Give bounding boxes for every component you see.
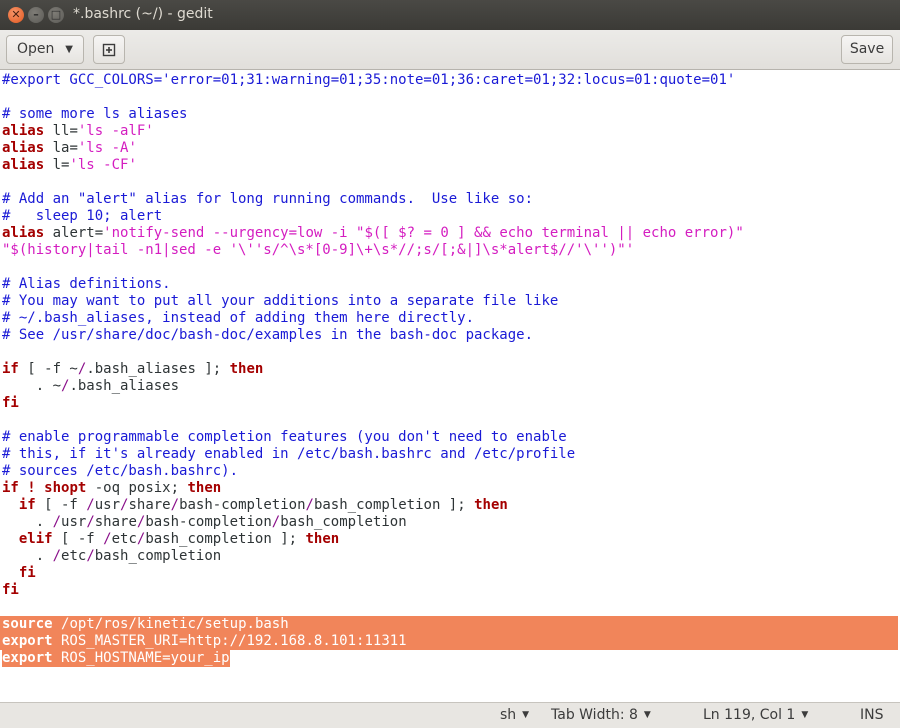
maximize-icon[interactable]: □	[48, 7, 64, 23]
tab-width-label: Tab Width: 8	[551, 707, 638, 723]
save-button[interactable]: Save	[841, 35, 893, 64]
language-label: sh	[500, 707, 517, 723]
code-line[interactable]: # some more ls aliases	[2, 106, 898, 123]
title-bar: ✕ – □ *.bashrc (~/) - gedit	[0, 0, 900, 30]
code-line[interactable]: fi	[2, 565, 898, 582]
code-line[interactable]	[2, 89, 898, 106]
code-line[interactable]: fi	[2, 582, 898, 599]
new-document-icon	[102, 43, 116, 57]
code-line[interactable]	[2, 174, 898, 191]
open-button[interactable]: Open ▼	[6, 35, 84, 64]
chevron-down-icon: ▼	[522, 710, 530, 720]
close-icon[interactable]: ✕	[8, 7, 24, 23]
code-line[interactable]	[2, 259, 898, 276]
tab-width-selector[interactable]: Tab Width: 8 ▼	[551, 707, 651, 723]
code-line[interactable]: #export GCC_COLORS='error=01;31:warning=…	[2, 72, 898, 89]
code-line[interactable]: if ! shopt -oq posix; then	[2, 480, 898, 497]
code-line[interactable]: source /opt/ros/kinetic/setup.bash	[0, 616, 898, 633]
insert-mode: INS	[860, 707, 884, 723]
code-line[interactable]: # this, if it's already enabled in /etc/…	[2, 446, 898, 463]
text-editor[interactable]: #export GCC_COLORS='error=01;31:warning=…	[0, 70, 900, 702]
chevron-down-icon: ▼	[65, 44, 73, 55]
code-line[interactable]	[2, 344, 898, 361]
new-tab-button[interactable]	[93, 35, 125, 64]
status-bar: sh ▼ Tab Width: 8 ▼ Ln 119, Col 1 ▼ INS	[0, 702, 900, 728]
code-line[interactable]: export ROS_MASTER_URI=http://192.168.8.1…	[0, 633, 898, 650]
code-line[interactable]: if [ -f /usr/share/bash-completion/bash_…	[2, 497, 898, 514]
open-button-label: Open	[17, 41, 55, 57]
window-title: *.bashrc (~/) - gedit	[73, 6, 213, 22]
code-line[interactable]: # Alias definitions.	[2, 276, 898, 293]
code-line[interactable]: "$(history|tail -n1|sed -e '\''s/^\s*[0-…	[2, 242, 898, 259]
code-line[interactable]: alias alert='notify-send --urgency=low -…	[2, 225, 898, 242]
code-line[interactable]: . ~/.bash_aliases	[2, 378, 898, 395]
code-line[interactable]: # Add an "alert" alias for long running …	[2, 191, 898, 208]
code-line[interactable]: alias ll='ls -alF'	[2, 123, 898, 140]
code-line[interactable]: alias l='ls -CF'	[2, 157, 898, 174]
code-line[interactable]: if [ -f ~/.bash_aliases ]; then	[2, 361, 898, 378]
code-line[interactable]: . /usr/share/bash-completion/bash_comple…	[2, 514, 898, 531]
code-line[interactable]: # enable programmable completion feature…	[2, 429, 898, 446]
minimize-icon[interactable]: –	[28, 7, 44, 23]
code-line[interactable]: # sources /etc/bash.bashrc).	[2, 463, 898, 480]
code-line[interactable]: alias la='ls -A'	[2, 140, 898, 157]
code-line[interactable]: # sleep 10; alert	[2, 208, 898, 225]
chevron-down-icon: ▼	[643, 710, 651, 720]
code-line[interactable]: # See /usr/share/doc/bash-doc/examples i…	[2, 327, 898, 344]
chevron-down-icon: ▼	[801, 710, 809, 720]
cursor-position[interactable]: Ln 119, Col 1 ▼	[703, 707, 808, 723]
code-line[interactable]: export ROS_HOSTNAME=your_ip	[2, 650, 230, 667]
code-line[interactable]: fi	[2, 395, 898, 412]
code-line[interactable]: # ~/.bash_aliases, instead of adding the…	[2, 310, 898, 327]
code-line[interactable]: elif [ -f /etc/bash_completion ]; then	[2, 531, 898, 548]
code-line[interactable]: . /etc/bash_completion	[2, 548, 898, 565]
cursor-position-label: Ln 119, Col 1	[703, 707, 796, 723]
code-line[interactable]: # You may want to put all your additions…	[2, 293, 898, 310]
code-line[interactable]	[2, 599, 898, 616]
code-view[interactable]: #export GCC_COLORS='error=01;31:warning=…	[0, 72, 898, 667]
header-bar: Open ▼ Save	[0, 30, 900, 70]
code-line[interactable]	[2, 412, 898, 429]
language-selector[interactable]: sh ▼	[500, 707, 529, 723]
